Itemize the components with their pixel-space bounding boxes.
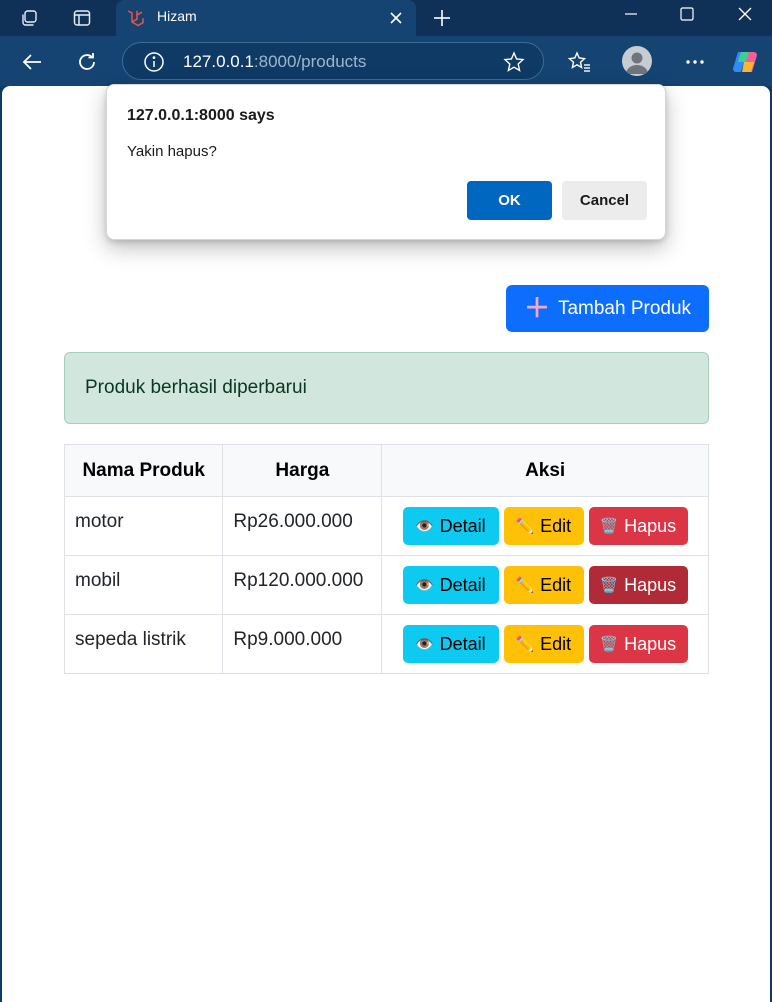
workspaces-icon[interactable]: [16, 6, 42, 30]
delete-button[interactable]: 🗑️ Hapus: [588, 507, 688, 545]
edit-button[interactable]: ✏️ Edit: [503, 625, 584, 663]
dialog-title: 127.0.0.1:8000 says: [127, 107, 275, 124]
browser-toolbar: 127.0.0.1:8000/products: [0, 36, 772, 86]
tab-title: Hizam: [157, 8, 197, 24]
delete-label: Hapus: [624, 515, 677, 536]
favorites-icon[interactable]: [565, 47, 595, 77]
actions-cell: 👁️ Detail ✏️ Edit 🗑️ Hapus: [381, 496, 709, 556]
url-text: 127.0.0.1:8000/products: [183, 52, 367, 71]
pencil-icon: ✏️: [515, 518, 535, 535]
table-row: motor Rp26.000.000 👁️ Detail ✏️ Edit 🗑️ …: [63, 496, 709, 556]
edit-label: Edit: [540, 574, 572, 595]
dialog-message: Yakin hapus?: [127, 143, 217, 160]
product-name-cell: motor: [63, 496, 224, 556]
new-tab-icon[interactable]: [428, 4, 456, 32]
favorite-star-icon[interactable]: [503, 51, 525, 73]
alert-text: Produk berhasil diperbarui: [85, 377, 307, 398]
delete-button[interactable]: 🗑️ Hapus: [588, 625, 688, 663]
delete-button[interactable]: 🗑️ Hapus: [588, 566, 688, 604]
product-name-cell: sepeda listrik: [63, 614, 224, 674]
detail-label: Detail: [439, 633, 486, 654]
browser-titlebar: Hizam: [0, 0, 772, 36]
maximize-icon[interactable]: [662, 0, 712, 28]
trash-icon: 🗑️: [599, 577, 619, 594]
laravel-icon: [127, 10, 144, 27]
actions-cell: 👁️ Detail ✏️ Edit 🗑️ Hapus: [381, 555, 709, 615]
back-icon[interactable]: [17, 47, 47, 77]
more-options-icon[interactable]: [680, 47, 710, 77]
trash-icon: 🗑️: [599, 636, 619, 653]
products-table: Nama Produk Harga Aksi motor Rp26.000.00…: [63, 444, 709, 674]
browser-tab[interactable]: Hizam: [116, 0, 416, 36]
confirm-dialog: 127.0.0.1:8000 says Yakin hapus? OK Canc…: [106, 84, 666, 240]
table-row: sepeda listrik Rp9.000.000 👁️ Detail ✏️ …: [63, 614, 709, 674]
detail-button[interactable]: 👁️ Detail: [402, 507, 499, 545]
add-product-label: Tambah Produk: [557, 297, 692, 319]
address-bar[interactable]: 127.0.0.1:8000/products: [122, 42, 544, 80]
add-product-button[interactable]: ＋ Tambah Produk: [506, 285, 709, 332]
site-info-icon[interactable]: [143, 51, 165, 73]
pencil-icon: ✏️: [515, 577, 535, 594]
pencil-icon: ✏️: [515, 636, 535, 653]
edit-label: Edit: [540, 515, 572, 536]
delete-label: Hapus: [624, 574, 677, 595]
edit-label: Edit: [540, 633, 572, 654]
cancel-button[interactable]: Cancel: [562, 181, 647, 220]
detail-label: Detail: [439, 574, 486, 595]
edit-button[interactable]: ✏️ Edit: [503, 566, 584, 604]
product-price-cell: Rp9.000.000: [222, 614, 383, 674]
close-window-icon[interactable]: [720, 0, 770, 28]
success-alert: Produk berhasil diperbarui: [64, 352, 709, 424]
copilot-icon[interactable]: [732, 48, 760, 76]
ok-button[interactable]: OK: [467, 181, 552, 220]
detail-button[interactable]: 👁️ Detail: [402, 566, 499, 604]
column-header-price: Harga: [222, 444, 383, 497]
edit-button[interactable]: ✏️ Edit: [503, 507, 584, 545]
table-row: mobil Rp120.000.000 👁️ Detail ✏️ Edit 🗑️…: [63, 555, 709, 615]
eye-icon: 👁️: [415, 518, 434, 535]
product-price-cell: Rp120.000.000: [222, 555, 383, 615]
trash-icon: 🗑️: [599, 518, 619, 535]
actions-cell: 👁️ Detail ✏️ Edit 🗑️ Hapus: [381, 614, 709, 674]
eye-icon: 👁️: [415, 577, 434, 594]
minimize-icon[interactable]: [606, 0, 656, 28]
column-header-name: Nama Produk: [63, 444, 224, 497]
eye-icon: 👁️: [415, 636, 434, 653]
detail-button[interactable]: 👁️ Detail: [402, 625, 499, 663]
tab-actions-icon[interactable]: [69, 6, 95, 30]
profile-avatar[interactable]: [622, 46, 652, 76]
product-price-cell: Rp26.000.000: [222, 496, 383, 556]
table-header-row: Nama Produk Harga Aksi: [63, 444, 709, 497]
delete-label: Hapus: [624, 633, 677, 654]
refresh-icon[interactable]: [72, 47, 102, 77]
close-tab-icon[interactable]: [384, 6, 408, 30]
column-header-actions: Aksi: [381, 444, 709, 497]
plus-icon: ＋: [523, 292, 550, 323]
detail-label: Detail: [439, 515, 486, 536]
product-name-cell: mobil: [63, 555, 224, 615]
